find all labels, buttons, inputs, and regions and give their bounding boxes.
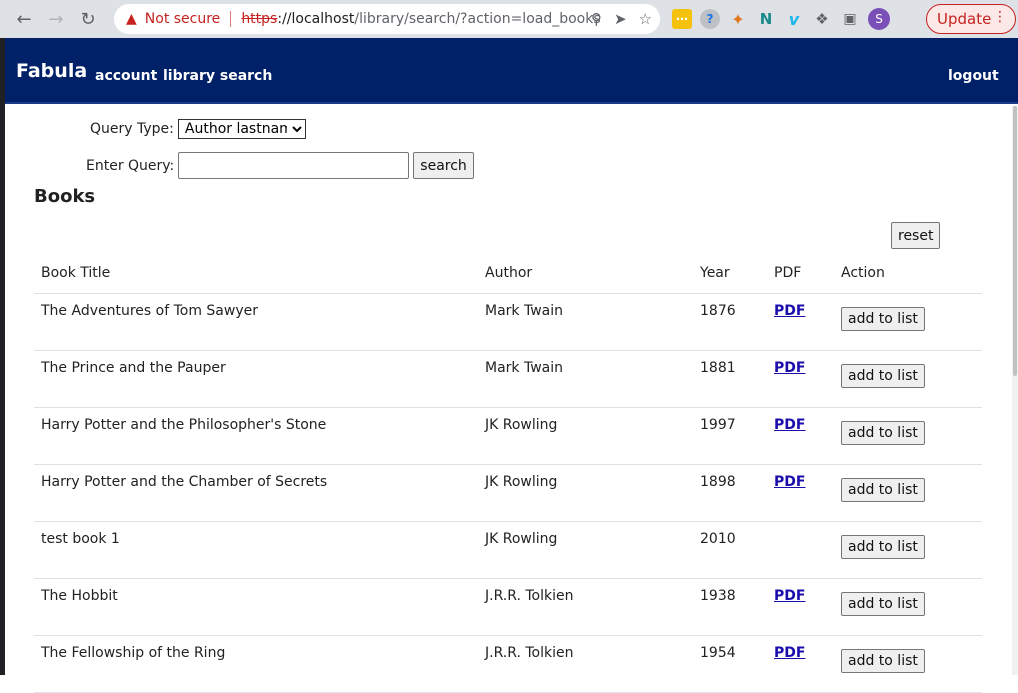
pdf-link[interactable]: PDF: [774, 360, 805, 376]
table-row: The Prince and the Pauper Mark Twain 188…: [34, 350, 982, 408]
reset-button[interactable]: reset: [891, 222, 941, 249]
extensions-puzzle-icon[interactable]: ❖: [812, 9, 832, 29]
book-year: 1898: [693, 464, 767, 522]
column-header-title: Book Title: [34, 258, 478, 294]
table-row: Harry Potter and the Chamber of Secrets …: [34, 464, 982, 522]
books-heading: Books: [34, 186, 96, 207]
nav-account-link[interactable]: account: [95, 68, 157, 84]
table-row: The Hobbit J.R.R. Tolkien 1938 PDF add t…: [34, 578, 982, 636]
book-title: The Prince and the Pauper: [34, 350, 478, 408]
book-title: Harry Potter and the Philosopher's Stone: [34, 407, 478, 465]
security-status[interactable]: Not secure: [145, 11, 221, 27]
column-header-pdf: PDF: [767, 258, 834, 294]
bookmark-star-icon[interactable]: ☆: [639, 10, 652, 28]
book-title: The Hobbit: [34, 578, 478, 636]
query-type-row: Query Type: Author lastname: [90, 119, 306, 139]
book-title: The Fellowship of the Ring: [34, 635, 478, 693]
book-author: JK Rowling: [478, 464, 693, 522]
nav-logout-link[interactable]: logout: [948, 68, 999, 84]
column-header-action: Action: [834, 258, 982, 294]
book-title: test book 1: [34, 521, 478, 579]
book-author: Mark Twain: [478, 350, 693, 408]
book-year: 1954: [693, 635, 767, 693]
warning-icon: ▲: [126, 11, 137, 27]
page-scrollbar[interactable]: [1012, 106, 1018, 675]
update-label: Update: [937, 10, 992, 28]
books-table: Book Title Author Year PDF Action The Ad…: [34, 258, 982, 693]
add-to-list-button[interactable]: add to list: [841, 363, 925, 388]
url-host: ://localhost: [277, 11, 355, 27]
nav-library-search-link[interactable]: library search: [163, 68, 272, 84]
reload-icon[interactable]: ↻: [74, 5, 102, 33]
add-to-list-button[interactable]: add to list: [841, 534, 925, 559]
pdf-link[interactable]: PDF: [774, 303, 805, 319]
extensions-area: ⋯ ? ✦ N v ❖ ▣ S: [672, 5, 890, 33]
update-browser-button[interactable]: Update ⋮: [926, 4, 1016, 34]
back-arrow-icon[interactable]: ←: [10, 5, 38, 33]
book-title: Harry Potter and the Chamber of Secrets: [34, 464, 478, 522]
scrollbar-thumb[interactable]: [1013, 106, 1017, 376]
book-year: 1938: [693, 578, 767, 636]
table-row: The Fellowship of the Ring J.R.R. Tolkie…: [34, 635, 982, 693]
add-to-list-button[interactable]: add to list: [841, 648, 925, 673]
pdf-link[interactable]: PDF: [774, 645, 805, 661]
book-author: JK Rowling: [478, 407, 693, 465]
send-tab-icon[interactable]: ➤: [614, 10, 627, 28]
book-year: 1997: [693, 407, 767, 465]
query-type-select[interactable]: Author lastname: [177, 119, 306, 139]
forward-arrow-icon[interactable]: →: [42, 5, 70, 33]
omnibox-divider: [230, 11, 232, 27]
book-year: 1881: [693, 350, 767, 408]
add-to-list-button[interactable]: add to list: [841, 420, 925, 445]
add-to-list-button[interactable]: add to list: [841, 477, 925, 502]
table-row: The Adventures of Tom Sawyer Mark Twain …: [34, 293, 982, 351]
app-navbar: Fabula account library search logout: [5, 38, 1018, 104]
tab-search-icon[interactable]: ▣: [840, 9, 860, 29]
n-extension-icon[interactable]: N: [756, 9, 776, 29]
query-type-label: Query Type:: [90, 121, 174, 137]
pdf-link[interactable]: PDF: [774, 417, 805, 433]
table-row: test book 1 JK Rowling 2010 add to list: [34, 521, 982, 579]
book-author: Mark Twain: [478, 293, 693, 351]
enter-query-label: Enter Query:: [86, 157, 175, 174]
window-edge: [0, 38, 5, 675]
enter-query-row: Enter Query: search: [86, 152, 474, 179]
book-author: J.R.R. Tolkien: [478, 635, 693, 693]
profile-avatar[interactable]: S: [868, 8, 890, 30]
query-input[interactable]: [178, 152, 410, 179]
table-header-row: Book Title Author Year PDF Action: [34, 258, 982, 294]
add-to-list-button[interactable]: add to list: [841, 306, 925, 331]
column-header-year: Year: [693, 258, 767, 294]
column-header-author: Author: [478, 258, 693, 294]
url-scheme: https: [241, 11, 278, 27]
book-author: J.R.R. Tolkien: [478, 578, 693, 636]
metamask-fox-icon[interactable]: ✦: [728, 9, 748, 29]
pdf-link[interactable]: PDF: [774, 588, 805, 604]
table-row: Harry Potter and the Philosopher's Stone…: [34, 407, 982, 465]
url-path: /library/search/?action=load_books: [354, 11, 601, 27]
vimeo-extension-icon[interactable]: v: [784, 9, 804, 29]
book-author: JK Rowling: [478, 521, 693, 579]
notes-extension-icon[interactable]: ⋯: [672, 9, 692, 29]
brand-logo[interactable]: Fabula: [16, 60, 87, 82]
address-bar[interactable]: ▲ Not secure https ://localhost /library…: [114, 4, 660, 34]
book-year: 2010: [693, 521, 767, 579]
search-button[interactable]: search: [413, 152, 474, 179]
add-to-list-button[interactable]: add to list: [841, 591, 925, 616]
unknown-extension-icon[interactable]: ?: [700, 9, 720, 29]
book-title: The Adventures of Tom Sawyer: [34, 293, 478, 351]
menu-dots-icon: ⋮: [993, 9, 1007, 25]
book-year: 1876: [693, 293, 767, 351]
pdf-link[interactable]: PDF: [774, 474, 805, 490]
zoom-icon[interactable]: ⚲: [591, 10, 602, 28]
